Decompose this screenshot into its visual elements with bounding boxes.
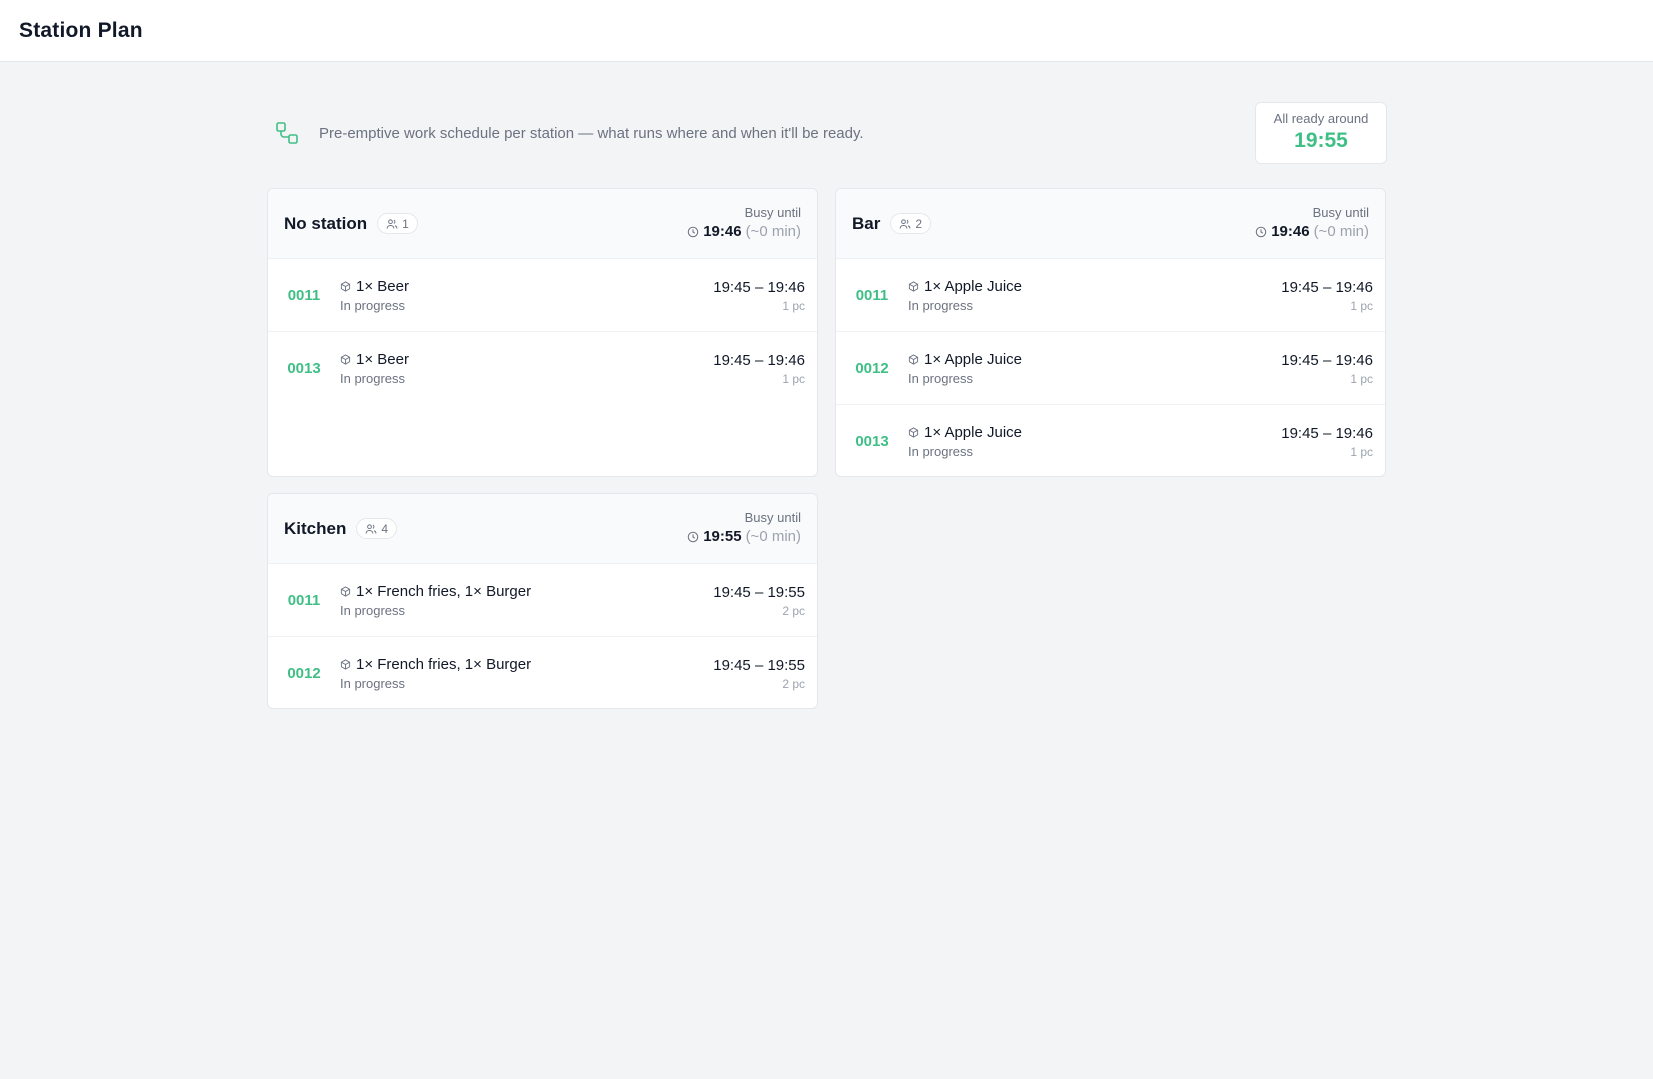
- station-staff-badge: 4: [356, 518, 398, 539]
- staff-count: 2: [915, 216, 923, 231]
- package-icon: [908, 353, 919, 365]
- package-icon: [340, 659, 351, 670]
- station-header: Kitchen 4 Busy until 19:55 (~0 min): [268, 494, 817, 564]
- quantity: 2 pc: [782, 677, 805, 691]
- station-card-no-station: No station 1 Busy until 19:46 (~0 min) 0…: [267, 188, 818, 477]
- busy-label: Busy until: [744, 205, 801, 220]
- quantity: 1 pc: [782, 299, 805, 313]
- busy-delta: (~0 min): [745, 528, 801, 545]
- time-range: 19:45 – 19:55: [713, 584, 805, 601]
- time-range: 19:45 – 19:55: [713, 657, 805, 674]
- list-item[interactable]: 0012 1× French fries, 1× Burger In progr…: [268, 637, 817, 708]
- order-items: 1× French fries, 1× Burger: [356, 582, 532, 600]
- users-icon: [899, 218, 911, 229]
- order-items: 1× Beer: [356, 351, 409, 368]
- list-item[interactable]: 0013 1× Beer In progress 19:45 – 19:46 1…: [268, 332, 817, 405]
- busy-time: 19:46: [703, 223, 742, 240]
- quantity: 1 pc: [1350, 299, 1373, 313]
- clock-icon: [687, 531, 699, 542]
- order-number[interactable]: 0011: [268, 287, 340, 304]
- order-number[interactable]: 0012: [268, 665, 340, 682]
- order-items: 1× Apple Juice: [924, 277, 1022, 295]
- order-number[interactable]: 0011: [268, 592, 340, 609]
- time-range: 19:45 – 19:46: [1281, 425, 1373, 442]
- busy-until: Busy until 19:46 (~0 min): [687, 205, 801, 240]
- order-items: 1× French fries, 1× Burger: [356, 656, 532, 673]
- order-items: 1× Apple Juice: [924, 424, 1022, 441]
- list-item[interactable]: 0013 1× Apple Juice In progress 19:45 – …: [836, 405, 1385, 476]
- package-icon: [340, 280, 351, 292]
- station-title: No station: [284, 213, 368, 233]
- page-title: Station Plan: [19, 18, 143, 42]
- quantity: 2 pc: [782, 604, 805, 618]
- clock-icon: [1255, 226, 1267, 237]
- staff-count: 1: [402, 216, 409, 231]
- station-staff-badge: 1: [377, 213, 418, 234]
- ready-summary: All ready around 19:55: [1255, 102, 1387, 164]
- time-range: 19:45 – 19:46: [713, 279, 805, 296]
- clock-icon: [687, 226, 699, 237]
- time-range: 19:45 – 19:46: [1281, 279, 1373, 296]
- station-card-bar: Bar 2 Busy until 19:46 (~0 min) 0011 1× …: [835, 188, 1386, 477]
- order-number[interactable]: 0011: [836, 287, 908, 304]
- quantity: 1 pc: [1350, 445, 1373, 459]
- top-bar: Station Plan: [0, 0, 1653, 62]
- ready-time: 19:55: [1294, 129, 1348, 152]
- busy-label: Busy until: [1312, 205, 1369, 220]
- intro-bar: Pre-emptive work schedule per station — …: [267, 102, 1387, 164]
- busy-delta: (~0 min): [1313, 223, 1369, 240]
- order-number[interactable]: 0013: [268, 360, 340, 377]
- busy-until: Busy until 19:46 (~0 min): [1255, 205, 1369, 240]
- quantity: 1 pc: [782, 372, 805, 386]
- users-icon: [365, 523, 377, 534]
- package-icon: [340, 354, 351, 365]
- station-staff-badge: 2: [890, 213, 932, 234]
- list-item[interactable]: 0011 1× Apple Juice In progress 19:45 – …: [836, 259, 1385, 332]
- busy-label: Busy until: [744, 510, 801, 525]
- staff-count: 4: [381, 521, 389, 536]
- workflow-icon: [276, 122, 298, 144]
- station-header: No station 1 Busy until 19:46 (~0 min): [268, 189, 817, 259]
- ready-label: All ready around: [1273, 111, 1369, 126]
- busy-until: Busy until 19:55 (~0 min): [687, 510, 801, 545]
- users-icon: [386, 218, 398, 229]
- busy-time: 19:46: [1271, 223, 1310, 240]
- order-number[interactable]: 0012: [836, 360, 908, 377]
- list-item[interactable]: 0011 1× Beer In progress 19:45 – 19:46 1…: [268, 259, 817, 332]
- package-icon: [908, 280, 919, 292]
- quantity: 1 pc: [1350, 372, 1373, 386]
- station-card-kitchen: Kitchen 4 Busy until 19:55 (~0 min) 0011…: [267, 493, 818, 709]
- package-icon: [908, 427, 919, 438]
- main-content: Pre-emptive work schedule per station — …: [267, 102, 1387, 709]
- package-icon: [340, 585, 351, 597]
- time-range: 19:45 – 19:46: [713, 352, 805, 369]
- station-title: Bar: [852, 213, 881, 233]
- list-item[interactable]: 0012 1× Apple Juice In progress 19:45 – …: [836, 332, 1385, 405]
- station-title: Kitchen: [284, 518, 347, 538]
- station-header: Bar 2 Busy until 19:46 (~0 min): [836, 189, 1385, 259]
- time-range: 19:45 – 19:46: [1281, 352, 1373, 369]
- order-items: 1× Apple Juice: [924, 350, 1022, 368]
- intro-description: Pre-emptive work schedule per station — …: [319, 124, 864, 142]
- order-number[interactable]: 0013: [836, 433, 908, 450]
- order-items: 1× Beer: [356, 277, 409, 295]
- list-item[interactable]: 0011 1× French fries, 1× Burger In progr…: [268, 564, 817, 637]
- busy-delta: (~0 min): [745, 223, 801, 240]
- busy-time: 19:55: [703, 528, 742, 545]
